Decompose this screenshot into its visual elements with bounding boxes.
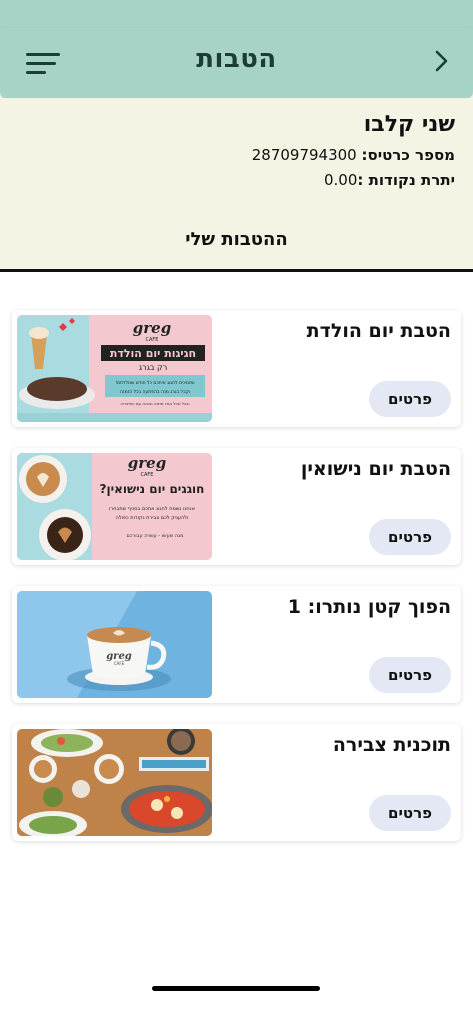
svg-text:מנה שעשו - עשויה עבורכם: מנה שעשו - עשויה עבורכם bbox=[127, 533, 184, 539]
benefit-title: תוכנית צבירה bbox=[332, 734, 451, 756]
food-table-image bbox=[17, 729, 212, 836]
back-button[interactable] bbox=[429, 46, 453, 76]
details-button[interactable]: פרטים bbox=[369, 657, 451, 693]
card-number-row: מספר כרטיס: 28709794300 bbox=[252, 146, 455, 164]
status-bar-area bbox=[0, 0, 473, 30]
svg-text:וכבל שכל בגדו מתנה גבוהה עם הפ: וכבל שכל בגדו מתנה גבוהה עם הפיצריה bbox=[120, 401, 189, 406]
card-number-label: מספר כרטיס: bbox=[361, 146, 456, 164]
benefit-card-anniversary[interactable]: הטבת יום נישואין פרטים greg CAFE חוגגים … bbox=[12, 448, 461, 565]
points-balance-value: 0.00 bbox=[324, 171, 358, 189]
svg-text:CAFE: CAFE bbox=[114, 661, 125, 666]
benefit-card-birthday[interactable]: הטבת יום הולדת פרטים greg CAFE חגיגות יו… bbox=[12, 310, 461, 427]
my-benefits-tab[interactable]: ההטבות שלי bbox=[0, 229, 473, 250]
promo-headline: חגיגות יום הולדת bbox=[110, 347, 196, 360]
points-balance-row: יתרת נקודות :0.00 bbox=[324, 171, 455, 189]
svg-text:CAFE: CAFE bbox=[146, 337, 159, 343]
brand-logo: greg bbox=[128, 454, 166, 472]
points-balance-label: יתרת נקודות : bbox=[357, 171, 455, 189]
details-button[interactable]: פרטים bbox=[369, 519, 451, 555]
svg-text:ומזמינים לחגוג איתכם כל חודש ש: ומזמינים לחגוג איתכם כל חודש שנולדתם! bbox=[115, 380, 194, 386]
svg-text:CAFE: CAFE bbox=[141, 472, 154, 478]
anniversary-promo-image: greg CAFE חוגגים יום נישואין? אנחנו נשמח… bbox=[17, 453, 212, 560]
member-name: שני קלבו bbox=[363, 112, 455, 137]
promo-headline: חוגגים יום נישואין? bbox=[100, 482, 205, 496]
benefit-card-loyalty-program[interactable]: תוכנית צבירה פרטים bbox=[12, 724, 461, 841]
birthday-promo-image: greg CAFE חגיגות יום הולדת רק בגרג ומזמי… bbox=[17, 315, 212, 422]
chevron-right-icon bbox=[435, 50, 448, 72]
member-info-panel: שני קלבו מספר כרטיס: 28709794300 יתרת נק… bbox=[0, 98, 473, 272]
svg-text:רק בגרג: רק בגרג bbox=[139, 363, 167, 372]
svg-text:וקבל בגרג מנה בהפתעה בכל הזמנה: וקבל בגרג מנה בהפתעה בכל הזמנה bbox=[120, 390, 190, 395]
benefit-card-small-coffee[interactable]: הפוך קטן נותרו: 1 פרטים greg CAFE bbox=[12, 586, 461, 703]
details-button[interactable]: פרטים bbox=[369, 795, 451, 831]
benefit-title: הטבת יום נישואין bbox=[300, 458, 451, 480]
svg-text:אנחנו נשמח לחגוג אתכם בסניף שת: אנחנו נשמח לחגוג אתכם בסניף שתבחרו bbox=[109, 506, 195, 512]
home-indicator bbox=[152, 986, 320, 991]
card-number-value: 28709794300 bbox=[251, 146, 357, 164]
details-button[interactable]: פרטים bbox=[369, 381, 451, 417]
page-title: הטבות bbox=[196, 44, 277, 74]
benefit-title: הפוך קטן נותרו: 1 bbox=[287, 596, 451, 618]
svg-text:ולהעניק לכם צבירת נקודות כפולה: ולהעניק לכם צבירת נקודות כפולה bbox=[115, 515, 188, 521]
benefit-title: הטבת יום הולדת bbox=[306, 320, 451, 342]
coffee-cup-image: greg CAFE bbox=[17, 591, 212, 698]
brand-logo: greg bbox=[133, 319, 171, 337]
app-header: הטבות bbox=[0, 28, 473, 98]
